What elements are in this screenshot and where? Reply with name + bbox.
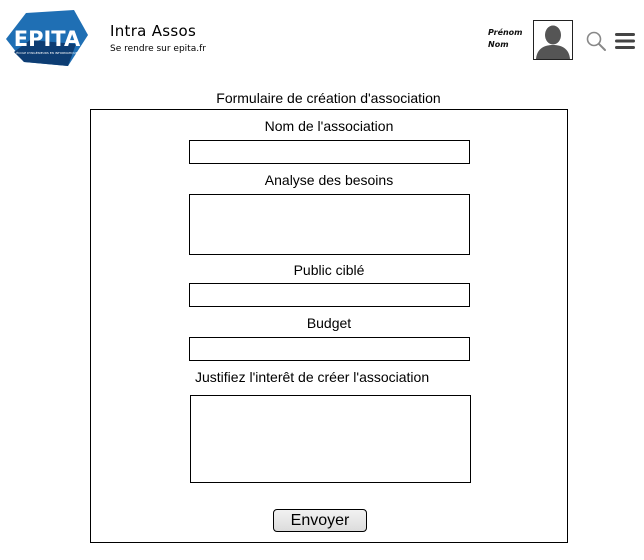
logo-subtitle: ÉCOLE D'INGÉNIEURS EN INFORMATIQUE (16, 50, 78, 55)
justification-label: Justifiez l'interêt de créer l'associati… (195, 369, 430, 385)
association-name-input[interactable] (189, 140, 470, 164)
justification-textarea[interactable] (190, 395, 471, 483)
needs-analysis-label: Analyse des besoins (264, 172, 394, 188)
search-icon[interactable] (585, 30, 607, 52)
association-form: Nom de l'association Analyse des besoins… (90, 109, 568, 543)
association-name-label: Nom de l'association (264, 118, 394, 134)
user-last-name: Nom (488, 40, 509, 49)
submit-button[interactable]: Envoyer (273, 509, 367, 532)
budget-label: Budget (306, 315, 352, 331)
needs-analysis-textarea[interactable] (189, 194, 470, 255)
user-first-name: Prénom (488, 28, 523, 37)
target-audience-input[interactable] (189, 283, 470, 307)
target-audience-label: Public ciblé (293, 262, 365, 278)
epita-website-link[interactable]: Se rendre sur epita.fr (110, 44, 206, 54)
avatar[interactable] (533, 20, 573, 60)
epita-logo[interactable]: EPITA ÉCOLE D'INGÉNIEURS EN INFORMATIQUE (6, 10, 88, 68)
menu-icon[interactable] (614, 32, 636, 50)
logo-text: EPITA (14, 27, 81, 51)
budget-input[interactable] (189, 337, 470, 361)
user-name: Prénom Nom (488, 27, 523, 51)
app-title: Intra Assos (110, 22, 197, 40)
form-title: Formulaire de création d'association (216, 90, 441, 106)
